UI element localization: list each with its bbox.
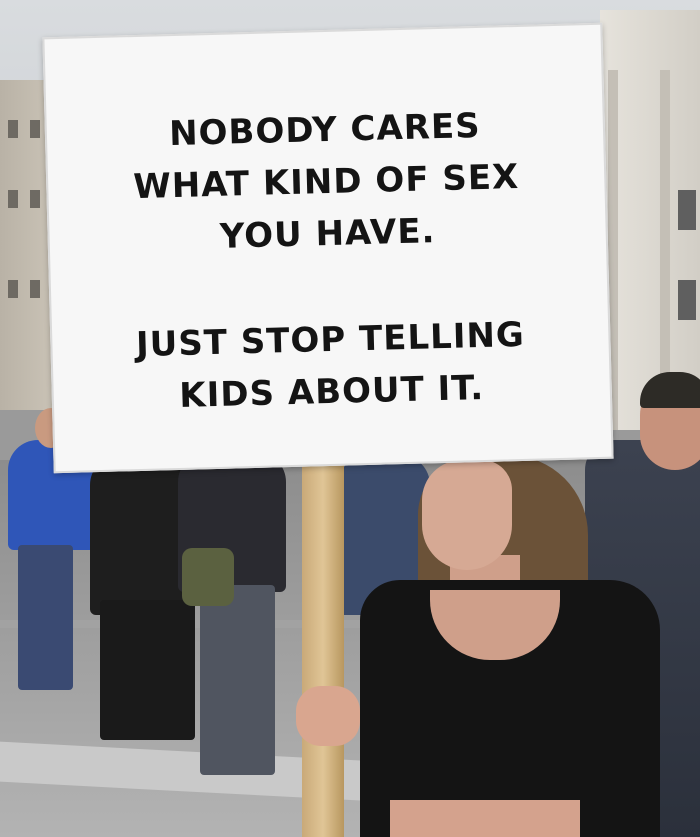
sign-line-3: YOU HAVE. xyxy=(219,211,436,257)
sign-line-5: KIDS ABOUT IT. xyxy=(178,367,485,416)
woman-hand xyxy=(296,686,360,746)
protest-sign: NOBODY CARES WHAT KIND OF SEX YOU HAVE. … xyxy=(42,22,614,474)
person-dark-coat xyxy=(90,455,190,615)
sign-line-2: WHAT KIND OF SEX xyxy=(132,156,520,208)
person-patterned-shirt-legs xyxy=(200,585,275,775)
sign-line-4: JUST STOP TELLING xyxy=(135,314,526,366)
sign-line-1: NOBODY CARES xyxy=(168,105,482,155)
photo-scene: NOBODY CARES WHAT KIND OF SEX YOU HAVE. … xyxy=(0,0,700,837)
person-blue-jacket-legs xyxy=(18,545,73,690)
woman-face xyxy=(422,460,512,570)
woman-midriff xyxy=(390,800,580,837)
building-right xyxy=(600,10,700,430)
sign-stick xyxy=(302,452,344,837)
person-dark-coat-legs xyxy=(100,600,195,740)
shoulder-bag xyxy=(182,548,234,606)
